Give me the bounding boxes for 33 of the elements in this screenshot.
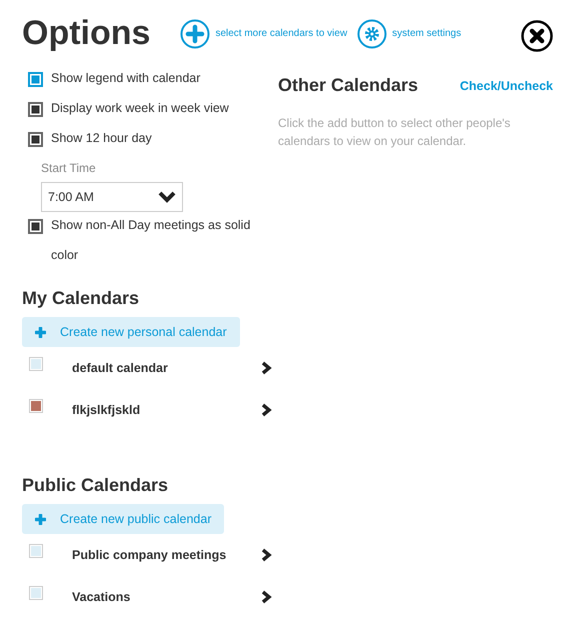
color-swatch[interactable] (30, 358, 42, 370)
chevron-right-icon[interactable] (261, 590, 272, 604)
option-label: Show non-All Day meetings as solid color (51, 217, 252, 264)
chevron-right-icon[interactable] (261, 548, 272, 562)
start-time-dropdown[interactable]: 7:00 AM (41, 182, 183, 212)
option-label: Display work week in week view (51, 100, 229, 117)
plus-icon (35, 514, 46, 524)
page-title: Options (22, 14, 150, 53)
color-swatch[interactable] (30, 400, 42, 412)
hint-text: Click the add button to select other people's calendars to view on your calendar. (278, 115, 512, 150)
section-title: My Calendars (22, 288, 140, 309)
section-title: Other Calendars (278, 75, 418, 96)
calendar-name[interactable]: flkjslkfjskld (72, 403, 261, 417)
checkbox[interactable] (28, 219, 43, 234)
calendar-name[interactable]: Public company meetings (72, 548, 261, 562)
option-label: Show 12 hour day (51, 130, 152, 147)
settings-icon[interactable] (357, 18, 388, 48)
calendar-name[interactable]: Vacations (72, 590, 261, 604)
color-swatch[interactable] (30, 545, 42, 557)
chevron-down-icon (158, 191, 176, 203)
add-icon[interactable] (180, 18, 210, 48)
chevron-right-icon[interactable] (261, 361, 272, 375)
checkbox[interactable] (28, 102, 43, 117)
chevron-right-icon[interactable] (261, 403, 272, 417)
close-icon[interactable] (521, 20, 553, 52)
plus-icon (35, 326, 46, 338)
checkbox[interactable] (28, 72, 43, 87)
checkbox[interactable] (28, 132, 43, 147)
calendar-name[interactable]: default calendar (72, 361, 261, 375)
option-label: Show legend with calendar (51, 70, 200, 87)
section-title: Public Calendars (22, 475, 170, 496)
color-swatch[interactable] (30, 587, 42, 599)
start-time-label: Start Time (41, 161, 97, 175)
